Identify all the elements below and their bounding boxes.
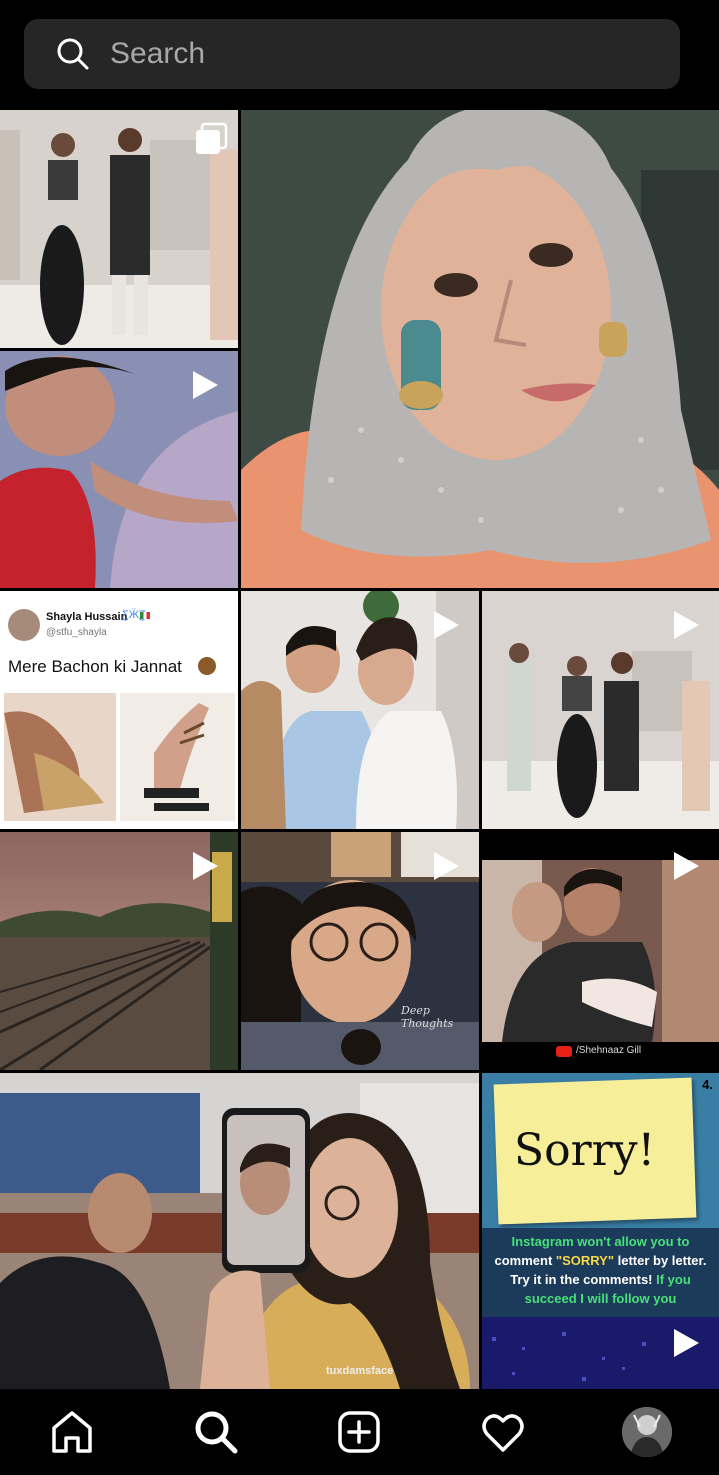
nav-profile[interactable] <box>617 1402 677 1462</box>
tweet-author-name: Shayla Hussain <box>46 611 128 623</box>
avatar-image <box>622 1407 673 1457</box>
caption-text: comment <box>494 1253 556 1268</box>
grid-post-friends[interactable] <box>241 591 479 829</box>
profile-avatar <box>622 1407 673 1457</box>
tweet-avatar <box>8 609 40 641</box>
video-icon <box>193 371 218 399</box>
caption-highlight: If you <box>656 1272 691 1287</box>
post-number: 4. <box>702 1077 713 1092</box>
tweet-text: Mere Bachon ki Jannat <box>8 657 182 676</box>
add-post-icon <box>338 1411 381 1453</box>
caption-text: Try it in the comments! <box>510 1272 657 1287</box>
post-thumbnail <box>241 110 719 588</box>
video-icon <box>674 611 699 639</box>
carousel-icon <box>196 122 228 154</box>
watermark-text: Deep Thoughts <box>401 1004 454 1030</box>
nav-activity[interactable] <box>473 1402 533 1462</box>
video-icon <box>193 852 218 880</box>
video-icon <box>674 1329 699 1357</box>
tweet-images <box>4 693 235 821</box>
caption-line-1: Instagram won't allow you to <box>511 1234 690 1249</box>
bottom-nav <box>0 1389 719 1475</box>
explore-grid: Shayla Hussain ƸӜƷ @stfu_shayla Mere Bac… <box>0 110 719 1389</box>
flag-icon <box>140 612 150 619</box>
watermark-text: tuxdamsface <box>326 1365 394 1377</box>
grid-post-sorry[interactable]: 4. Sorry! Instagram won't allow you to c… <box>482 1073 719 1389</box>
search-input[interactable]: Search <box>110 37 205 71</box>
monkey-emoji-icon <box>198 657 216 675</box>
watermark-text: /Shehnaaz Gill <box>576 1045 642 1056</box>
search-icon <box>195 1411 238 1454</box>
caption-highlight: "SORRY" <box>555 1253 614 1268</box>
caption-text: letter by letter. <box>614 1253 707 1268</box>
video-icon <box>434 852 459 880</box>
grid-post-sports[interactable] <box>0 351 238 588</box>
grid-post-dance-video[interactable] <box>482 591 719 829</box>
video-icon <box>674 852 699 880</box>
search-icon <box>57 38 89 70</box>
sticky-note-text: Sorry! <box>514 1125 656 1176</box>
sorry-caption: Instagram won't allow you to comment "SO… <box>482 1228 719 1317</box>
grid-post-railway[interactable] <box>0 832 238 1070</box>
caption-line-4: succeed I will follow you <box>524 1291 677 1306</box>
tweet-author-handle: @stfu_shayla <box>46 627 107 638</box>
youtube-icon <box>556 1046 572 1057</box>
grid-post-portrait[interactable] <box>241 110 719 588</box>
heart-icon <box>482 1414 525 1452</box>
home-icon <box>52 1411 92 1453</box>
grid-post-hug[interactable]: /Shehnaaz Gill <box>482 832 719 1070</box>
nav-new-post[interactable] <box>329 1402 389 1462</box>
nav-search[interactable] <box>186 1402 246 1462</box>
nav-home[interactable] <box>42 1402 102 1462</box>
grid-post-dance[interactable] <box>0 110 238 348</box>
video-icon <box>434 611 459 639</box>
grid-post-phone[interactable]: tuxdamsface <box>0 1073 479 1389</box>
grid-post-drama[interactable]: Deep Thoughts <box>241 832 479 1070</box>
grid-post-tweet[interactable]: Shayla Hussain ƸӜƷ @stfu_shayla Mere Bac… <box>0 591 238 829</box>
search-bar[interactable]: Search <box>24 19 680 89</box>
caption-line-2: comment "SORRY" letter by letter. <box>482 1251 719 1270</box>
post-thumbnail <box>0 1073 479 1389</box>
caption-line-3: Try it in the comments! If you <box>482 1270 719 1289</box>
